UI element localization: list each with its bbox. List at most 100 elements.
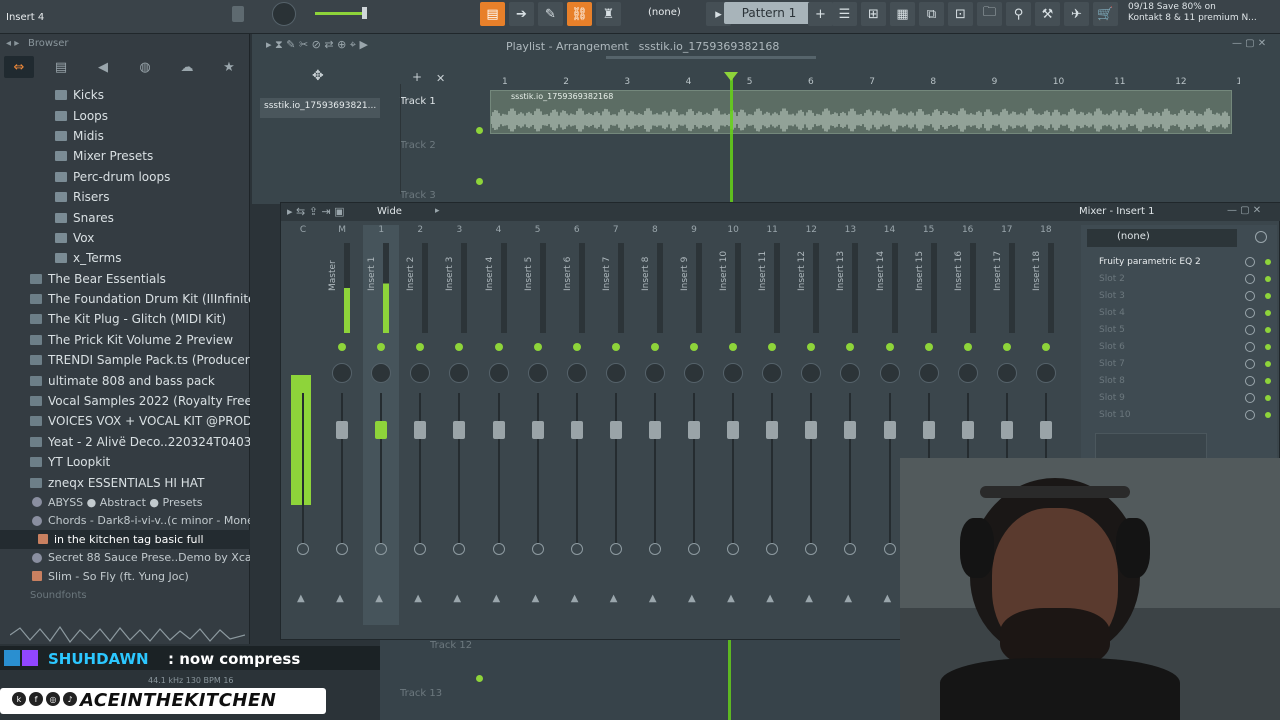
strip-enable-led[interactable]: [768, 343, 777, 351]
slot-mix-knob[interactable]: [1245, 409, 1255, 420]
mixer-strip[interactable]: 11 Insert 11 ▲: [754, 225, 790, 625]
strip-stereo-knob[interactable]: [727, 543, 740, 555]
slot-mix-knob[interactable]: [1245, 290, 1255, 301]
shop-icon[interactable]: 🛒: [1093, 2, 1118, 26]
strip-enable-led[interactable]: [572, 343, 581, 351]
strip-stereo-knob[interactable]: [336, 543, 349, 555]
strip-stereo-knob[interactable]: [648, 543, 661, 555]
strip-stereo-knob[interactable]: [414, 543, 427, 555]
strip-fader-handle[interactable]: [453, 421, 466, 439]
track-2-mute-led[interactable]: [476, 178, 483, 185]
playlist-tools-icon[interactable]: ▸ ⧗ ✎ ✂ ⊘ ⇄ ⊕ ⌖ ▶: [266, 38, 368, 52]
strip-route-arrow-icon[interactable]: ▲: [649, 593, 657, 604]
folder-item[interactable]: Risers: [0, 187, 250, 207]
strip-enable-led[interactable]: [1041, 343, 1050, 351]
strip-pan-knob[interactable]: [371, 363, 392, 383]
slot-enable-led[interactable]: [1265, 258, 1271, 265]
strip-fader-handle[interactable]: [648, 421, 661, 439]
timeline-ruler[interactable]: 12345678910111213: [500, 74, 1240, 88]
slot-enable-led[interactable]: [1265, 360, 1271, 367]
strip-pan-knob[interactable]: [840, 363, 861, 383]
link-icon[interactable]: ⛓: [567, 2, 592, 26]
strip-fader-handle[interactable]: [1000, 421, 1013, 439]
favorites-tab-icon[interactable]: ★: [214, 56, 244, 78]
track-2-label[interactable]: Track 2: [400, 140, 436, 151]
strip-enable-led[interactable]: [690, 343, 698, 351]
slot-mix-knob[interactable]: [1245, 358, 1255, 369]
strip-pan-knob[interactable]: [488, 363, 509, 383]
mixer-strip[interactable]: 7 Insert 7 ▲: [598, 225, 634, 625]
sounds-tab-icon[interactable]: ◍: [130, 56, 160, 78]
effect-slot[interactable]: Slot 7: [1085, 355, 1275, 372]
effect-slot[interactable]: Slot 2: [1085, 270, 1275, 287]
strip-fader-handle[interactable]: [727, 421, 740, 439]
folder-item[interactable]: TRENDI Sample Pack.ts (Producergrind): [0, 350, 250, 370]
strip-fader-handle[interactable]: [688, 421, 700, 439]
strip-pan-knob[interactable]: [957, 363, 978, 383]
mixer-strip[interactable]: 3 Insert 3 ▲: [441, 225, 477, 625]
track-13-mute-led[interactable]: [476, 675, 483, 682]
mixer-strip[interactable]: 4 Insert 4 ▲: [481, 225, 517, 625]
strip-route-arrow-icon[interactable]: ▲: [844, 593, 852, 604]
strip-route-arrow-icon[interactable]: ▲: [297, 593, 305, 604]
view-arrow-icon[interactable]: ▸: [435, 206, 440, 216]
browser-icon[interactable]: 🗀: [977, 2, 1002, 26]
close-track-icon[interactable]: ✕: [436, 72, 445, 85]
strip-route-arrow-icon[interactable]: ▲: [610, 593, 618, 604]
strip-fader-handle[interactable]: [961, 421, 974, 439]
slot-mix-knob[interactable]: [1245, 324, 1255, 335]
strip-pan-knob[interactable]: [762, 363, 783, 383]
mixer-strip[interactable]: 13 Insert 13 ▲: [832, 225, 868, 625]
slot-enable-led[interactable]: [1265, 377, 1271, 384]
playlist-icon[interactable]: ☰: [832, 2, 857, 26]
strip-fader-handle[interactable]: [336, 421, 349, 439]
strip-pan-knob[interactable]: [723, 363, 744, 383]
slot-enable-led[interactable]: [1265, 309, 1271, 316]
strip-pan-knob[interactable]: [527, 363, 548, 383]
folder-item[interactable]: The Foundation Drum Kit (IIInfinite): [0, 289, 250, 309]
strip-fader-handle[interactable]: [414, 421, 427, 439]
plugin-icon[interactable]: ⚲: [1006, 2, 1031, 26]
strip-stereo-knob[interactable]: [570, 543, 583, 555]
strip-enable-led[interactable]: [807, 343, 816, 351]
strip-stereo-knob[interactable]: [688, 543, 700, 555]
mixer-strip[interactable]: M Master ▲: [324, 225, 360, 625]
picker-clip[interactable]: ssstik.io_17593693821...: [260, 98, 380, 118]
preset-item[interactable]: Secret 88 Sauce Prese..Demo by Xcaler Be…: [0, 549, 250, 568]
window-controls-icon[interactable]: — ▢ ✕: [1232, 38, 1266, 49]
effect-slot[interactable]: Slot 10: [1085, 406, 1275, 423]
mixer-strip[interactable]: 8 Insert 8 ▲: [637, 225, 673, 625]
mixer-strip[interactable]: 2 Insert 2 ▲: [402, 225, 438, 625]
mixer-strip[interactable]: 5 Insert 5 ▲: [520, 225, 556, 625]
strip-enable-led[interactable]: [846, 343, 855, 351]
mixer-strip[interactable]: 9 Insert 9 ▲: [676, 225, 712, 625]
plugin-picker-icon[interactable]: ⊡: [948, 2, 973, 26]
strip-route-arrow-icon[interactable]: ▲: [884, 593, 892, 604]
effect-slot[interactable]: Slot 3: [1085, 287, 1275, 304]
mixer-strip[interactable]: 10 Insert 10 ▲: [715, 225, 751, 625]
playhead[interactable]: [730, 74, 733, 204]
strip-route-arrow-icon[interactable]: ▲: [727, 593, 735, 604]
strip-enable-led[interactable]: [533, 343, 542, 351]
strip-pan-knob[interactable]: [684, 363, 704, 383]
slot-enable-led[interactable]: [1265, 411, 1271, 418]
plugin-db-tab-icon[interactable]: ◀: [88, 56, 118, 78]
track-13-label[interactable]: Track 13: [400, 688, 442, 699]
strip-pan-knob[interactable]: [410, 363, 431, 383]
preset-item[interactable]: Chords - Dark8-i-vi-v..(c minor - Money …: [0, 511, 250, 530]
strip-enable-led[interactable]: [885, 343, 894, 351]
strip-stereo-knob[interactable]: [844, 543, 857, 555]
master-volume-slider[interactable]: [312, 6, 372, 20]
preset-item[interactable]: ABYSS ● Abstract ● Presets: [0, 493, 250, 512]
slot-mix-knob[interactable]: [1245, 307, 1255, 318]
strip-stereo-knob[interactable]: [492, 543, 505, 555]
slot-mix-knob[interactable]: [1245, 341, 1255, 352]
snap-icon[interactable]: ✥: [312, 68, 324, 84]
folder-item[interactable]: ultimate 808 and bass pack: [0, 370, 250, 390]
effect-slot[interactable]: Slot 8: [1085, 372, 1275, 389]
tools-icon[interactable]: ⚒: [1035, 2, 1060, 26]
folder-item[interactable]: Yeat - 2 Alivë Deco..220324T040320Z-001: [0, 432, 250, 452]
channel-rack-icon[interactable]: ▦: [890, 2, 915, 26]
track-1-label[interactable]: Track 1: [400, 96, 436, 107]
strip-enable-led[interactable]: [729, 343, 738, 351]
